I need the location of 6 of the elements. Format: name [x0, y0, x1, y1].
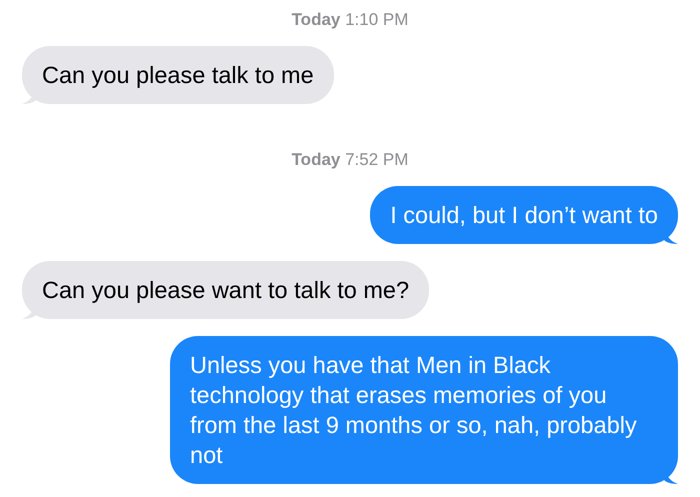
sent-message-bubble: Unless you have that Men in Black technology that erases memories of you from the last 9 months or so, nah, probably not	[170, 336, 678, 484]
timestamp: Today 1:10 PM	[292, 9, 408, 31]
received-message-bubble: Can you please talk to me	[22, 46, 334, 104]
received-message-bubble: Can you please want to talk to me?	[22, 261, 430, 319]
sent-message-bubble: I could, but I don’t want to	[370, 186, 678, 244]
timestamp: Today 7:52 PM	[292, 149, 408, 171]
